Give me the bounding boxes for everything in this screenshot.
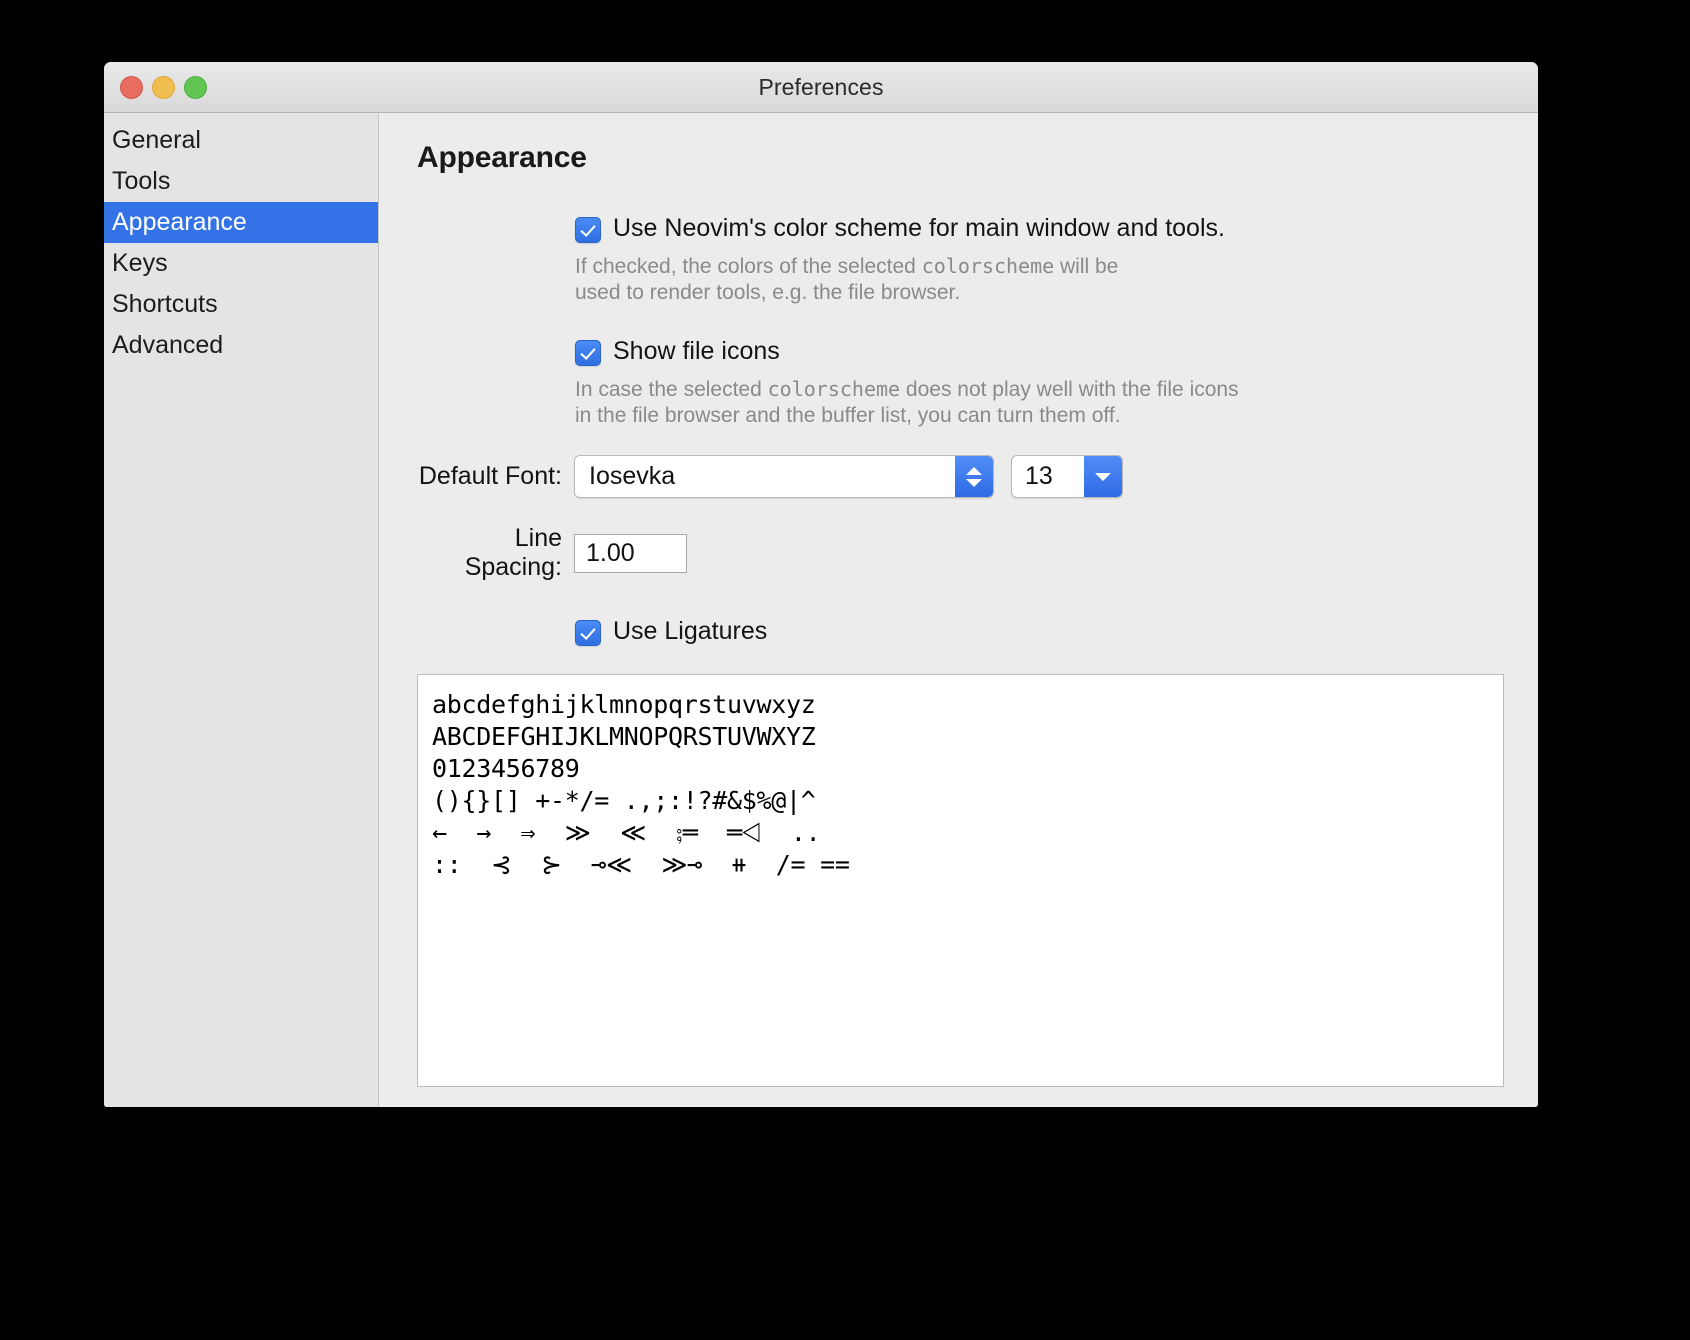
chevron-down-icon	[1095, 472, 1111, 481]
sidebar-item-appearance[interactable]: Appearance	[104, 202, 378, 243]
file-icons-checkbox-label: Show file icons	[613, 337, 780, 365]
sidebar-item-advanced[interactable]: Advanced	[104, 325, 378, 366]
use-ligatures-checkbox[interactable]	[575, 620, 601, 646]
file-icons-help-text: In case the selected colorscheme does no…	[575, 376, 1475, 429]
use-ligatures-row[interactable]: Use Ligatures	[575, 616, 1504, 646]
preview-line: ABCDEFGHIJKLMNOPQRSTUVWXYZ	[432, 722, 816, 751]
sidebar-item-shortcuts[interactable]: Shortcuts	[104, 284, 378, 325]
color-scheme-help-text: If checked, the colors of the selected c…	[575, 253, 1475, 306]
minimize-window-icon[interactable]	[152, 75, 175, 99]
color-scheme-help-part2: will be	[1054, 255, 1119, 278]
window-title: Preferences	[758, 73, 884, 100]
file-icons-help-part2: does not play well with the file icons	[900, 378, 1239, 401]
line-spacing-input[interactable]: 1.00	[574, 533, 687, 573]
appearance-panel: Appearance Use Neovim's color scheme for…	[379, 113, 1538, 1107]
sidebar-item-general[interactable]: General	[104, 120, 378, 161]
preview-line: ← → ⇒ ≫ ≪ ⨟═ ═⨞ ..	[432, 818, 821, 847]
sidebar-item-keys[interactable]: Keys	[104, 243, 378, 284]
close-window-icon[interactable]	[120, 75, 143, 99]
default-font-value[interactable]: Iosevka	[575, 456, 955, 497]
file-icons-help-part1: In case the selected	[575, 378, 768, 401]
color-scheme-help-mono: colorscheme	[921, 254, 1055, 278]
font-size-select[interactable]: 13	[1011, 455, 1123, 498]
window-titlebar: Preferences	[104, 62, 1538, 113]
line-spacing-label: Line Spacing:	[464, 524, 562, 581]
color-scheme-checkbox[interactable]	[575, 217, 601, 243]
preview-line: 0123456789	[432, 754, 580, 783]
default-font-combo[interactable]: Iosevka	[574, 455, 994, 498]
default-font-label: Default Font:	[418, 462, 562, 490]
color-scheme-checkbox-label: Use Neovim's color scheme for main windo…	[613, 214, 1225, 242]
maximize-window-icon[interactable]	[184, 75, 207, 99]
window-body: General Tools Appearance Keys Shortcuts …	[104, 113, 1538, 1107]
sidebar-item-tools[interactable]: Tools	[104, 161, 378, 202]
color-scheme-help-part1: If checked, the colors of the selected	[575, 255, 922, 278]
font-preview-box: abcdefghijklmnopqrstuvwxyz ABCDEFGHIJKLM…	[417, 674, 1504, 1087]
default-font-stepper[interactable]	[955, 456, 993, 497]
font-size-value[interactable]: 13	[1012, 456, 1084, 497]
preferences-window: Preferences General Tools Appearance Key…	[104, 62, 1538, 1107]
preview-line: abcdefghijklmnopqrstuvwxyz	[432, 690, 816, 719]
file-icons-help-mono: colorscheme	[767, 377, 901, 401]
chevron-up-icon[interactable]	[966, 466, 982, 475]
file-icons-checkbox-row[interactable]: Show file icons	[575, 336, 1504, 366]
color-scheme-help-line2: used to render tools, e.g. the file brow…	[575, 281, 961, 304]
preferences-sidebar: General Tools Appearance Keys Shortcuts …	[104, 113, 379, 1107]
line-spacing-row: Line Spacing: 1.00	[417, 524, 1504, 582]
preview-line: (){}[] +-*/= .,;:!?#&$%@|^	[432, 786, 816, 815]
file-icons-help-line2: in the file browser and the buffer list,…	[575, 404, 1121, 427]
color-scheme-checkbox-row[interactable]: Use Neovim's color scheme for main windo…	[575, 213, 1504, 243]
desktop-background: Preferences General Tools Appearance Key…	[0, 0, 1690, 1340]
file-icons-checkbox[interactable]	[575, 340, 601, 366]
chevron-down-icon[interactable]	[966, 478, 982, 487]
window-controls	[120, 62, 207, 112]
use-ligatures-label: Use Ligatures	[613, 617, 768, 645]
preview-line: :: ⊰ ⊱ ⊸≪ ≫⊸ ⧺ /= ==	[432, 850, 850, 879]
default-font-row: Default Font: Iosevka 13	[417, 455, 1504, 498]
page-title: Appearance	[417, 141, 587, 174]
font-size-dropdown-button[interactable]	[1084, 456, 1122, 497]
